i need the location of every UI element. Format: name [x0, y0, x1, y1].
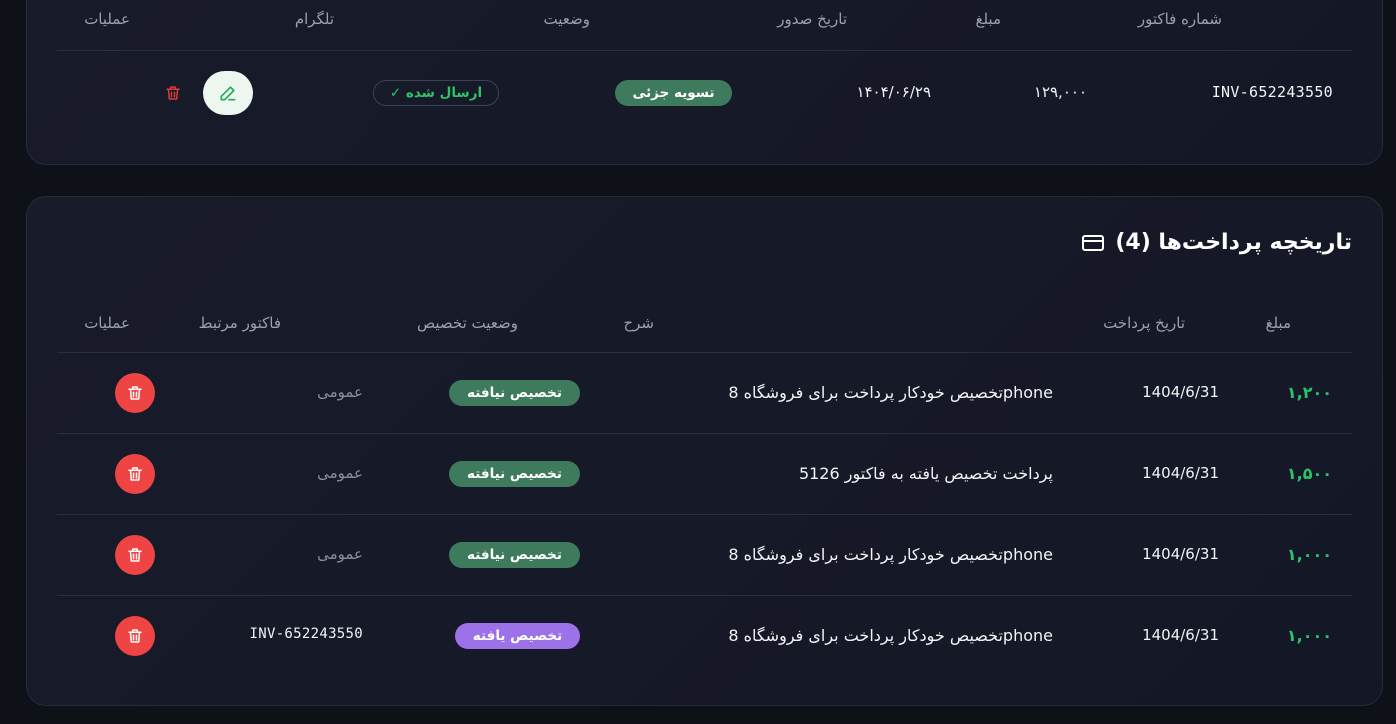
payment-history-title: تاریخچه پرداخت‌ها (4) [1115, 230, 1352, 255]
header-invoice-number: شماره فاکتور [1137, 10, 1222, 28]
payment-description: پرداخت تخصیص یافته به فاکتور 5126 [798, 464, 1053, 483]
related-invoice: عمومی [317, 383, 363, 401]
allocation-status-badge: تخصیص نیافته [449, 542, 580, 568]
payment-history-heading: تاریخچه پرداخت‌ها (4) [1081, 230, 1352, 255]
header-payment-amount: مبلغ [1265, 314, 1291, 332]
trash-icon [128, 548, 142, 562]
header-description: شرح [623, 314, 654, 332]
telegram-sent-badge: ✓ ارسال شده [373, 80, 499, 106]
header-related-invoice: فاکتور مرتبط [198, 314, 281, 332]
delete-payment-button[interactable] [115, 454, 155, 494]
header-status: وضعیت [543, 10, 590, 28]
header-actions: عملیات [84, 10, 130, 28]
payment-amount: ۱,۰۰۰ [1286, 626, 1332, 645]
credit-card-icon [1082, 234, 1105, 251]
payment-date: 1404/6/31 [1142, 383, 1219, 401]
payment-date: 1404/6/31 [1142, 464, 1219, 482]
payment-description: تخصیص خودکار پرداخت برای فروشگاه 8phone [728, 383, 1053, 402]
trash-icon [166, 86, 180, 100]
allocation-status-label: تخصیص نیافته [467, 547, 562, 563]
delete-payment-button[interactable] [115, 616, 155, 656]
row-divider [57, 595, 1352, 596]
header-divider [57, 50, 1352, 51]
allocation-status-badge: تخصیص نیافته [449, 380, 580, 406]
delete-invoice-button[interactable] [163, 82, 183, 104]
allocation-status-badge: تخصیص یافته [455, 623, 580, 649]
invoices-card: شماره فاکتور مبلغ تاریخ صدور وضعیت تلگرا… [26, 0, 1383, 165]
payment-description: تخصیص خودکار پرداخت برای فروشگاه 8phone [728, 626, 1053, 645]
payments-header-divider [57, 352, 1352, 353]
trash-icon [128, 629, 142, 643]
telegram-sent-label: ✓ ارسال شده [389, 85, 483, 101]
trash-icon [128, 467, 142, 481]
invoice-amount: ۱۲۹,۰۰۰ [1033, 83, 1087, 101]
allocation-status-label: تخصیص یافته [472, 628, 563, 644]
payment-amount: ۱,۵۰۰ [1286, 464, 1332, 483]
invoice-status-label: تسویه جزئی [632, 85, 715, 101]
related-invoice: عمومی [317, 464, 363, 482]
payment-description: تخصیص خودکار پرداخت برای فروشگاه 8phone [728, 545, 1053, 564]
header-amount: مبلغ [975, 10, 1001, 28]
payment-history-card: تاریخچه پرداخت‌ها (4) مبلغ تاریخ پرداخت … [26, 196, 1383, 706]
header-issue-date: تاریخ صدور [777, 10, 847, 28]
header-payment-actions: عملیات [84, 314, 130, 332]
row-divider [57, 433, 1352, 434]
pencil-icon [220, 86, 236, 101]
allocation-status-label: تخصیص نیافته [467, 385, 562, 401]
payment-amount: ۱,۲۰۰ [1286, 383, 1332, 402]
related-invoice-link[interactable]: INV-652243550 [250, 626, 363, 642]
payment-date: 1404/6/31 [1142, 626, 1219, 644]
header-allocation-status: وضعیت تخصیص [416, 314, 518, 332]
related-invoice: عمومی [317, 545, 363, 563]
invoice-number: INV-652243550 [1211, 83, 1333, 101]
allocation-status-badge: تخصیص نیافته [449, 461, 580, 487]
allocation-status-label: تخصیص نیافته [467, 466, 562, 482]
trash-icon [128, 386, 142, 400]
header-payment-date: تاریخ پرداخت [1103, 314, 1185, 332]
edit-invoice-button[interactable] [203, 71, 253, 115]
row-divider [57, 514, 1352, 515]
invoice-status-badge: تسویه جزئی [615, 80, 732, 106]
header-telegram: تلگرام [294, 10, 334, 28]
delete-payment-button[interactable] [115, 535, 155, 575]
invoice-issue-date: ۱۴۰۴/۰۶/۲۹ [856, 83, 931, 101]
payment-date: 1404/6/31 [1142, 545, 1219, 563]
payment-amount: ۱,۰۰۰ [1286, 545, 1332, 564]
delete-payment-button[interactable] [115, 373, 155, 413]
